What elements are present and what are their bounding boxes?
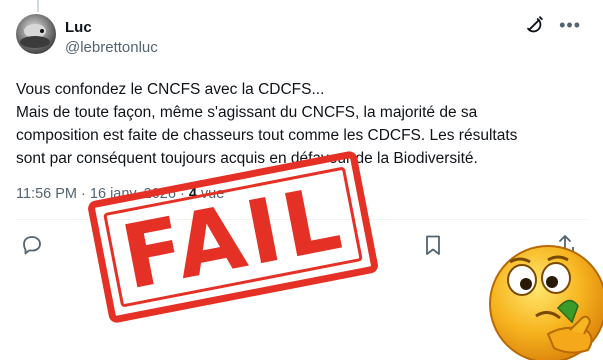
bookmark-icon[interactable] bbox=[421, 233, 445, 257]
thread-connector-line bbox=[37, 0, 39, 12]
avatar[interactable] bbox=[16, 14, 56, 54]
grok-icon[interactable] bbox=[523, 14, 545, 36]
more-icon[interactable]: ••• bbox=[559, 14, 581, 36]
post-text-line: Vous confondez le CNCFS avec la CDCFS... bbox=[16, 81, 325, 98]
post-text-line: composition est faite de chasseurs tout … bbox=[16, 127, 518, 144]
fail-stamp: FAIL bbox=[86, 149, 380, 325]
meta-separator: · bbox=[81, 186, 86, 202]
disgusted-emoji-icon bbox=[489, 245, 603, 360]
reply-icon[interactable] bbox=[20, 233, 44, 257]
post-time[interactable]: 11:56 PM bbox=[16, 186, 77, 202]
author-name[interactable]: Luc bbox=[65, 19, 92, 36]
post-header-actions: ••• bbox=[523, 14, 581, 36]
author-handle[interactable]: @lebrettonluc bbox=[65, 39, 158, 56]
post-text-line: Mais de toute façon, même s'agissant du … bbox=[16, 104, 478, 121]
post-text: Vous confondez le CNCFS avec la CDCFS...… bbox=[16, 78, 591, 170]
